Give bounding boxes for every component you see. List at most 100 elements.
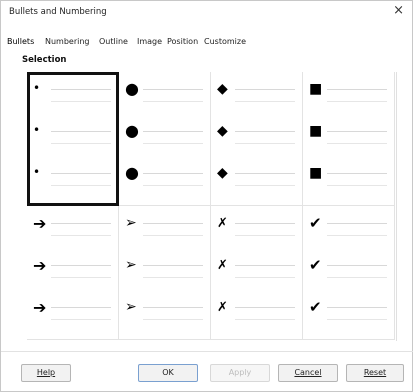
- preview-line: [143, 131, 203, 132]
- large-dot-bullet-icon: ●: [125, 121, 139, 140]
- small-dot-bullet-icon: •: [33, 123, 41, 137]
- preview-line: [327, 235, 387, 236]
- bullet-style-option[interactable]: ✗ ✗ ✗: [211, 206, 303, 340]
- tab-outline[interactable]: Outline: [99, 37, 128, 46]
- preview-line: [235, 319, 295, 320]
- preview-line: [327, 101, 387, 102]
- preview-line: [327, 89, 387, 90]
- preview-line: [51, 143, 111, 144]
- preview-line: [235, 185, 295, 186]
- preview-line: [51, 235, 111, 236]
- preview-line: [143, 265, 203, 266]
- apply-button: Apply: [210, 364, 270, 382]
- reset-button[interactable]: Reset: [346, 364, 404, 382]
- preview-line: [51, 223, 111, 224]
- preview-line: [51, 319, 111, 320]
- preview-line: [143, 89, 203, 90]
- preview-line: [143, 319, 203, 320]
- diamond-bullet-icon: ◆: [217, 81, 228, 97]
- preview-line: [327, 319, 387, 320]
- preview-line: [51, 89, 111, 90]
- button-bar: Help OK Apply Cancel Reset: [1, 351, 413, 392]
- preview-line: [51, 173, 111, 174]
- bullet-style-option[interactable]: ➔ ➔ ➔: [27, 206, 119, 340]
- help-button[interactable]: Help: [21, 364, 71, 382]
- check-mark-bullet-icon: ✔: [309, 256, 322, 274]
- preview-line: [143, 173, 203, 174]
- cross-mark-bullet-icon: ✗: [217, 258, 228, 273]
- reset-button-label: Reset: [363, 368, 387, 377]
- preview-line: [327, 223, 387, 224]
- arrowhead-bullet-icon: ➢: [125, 299, 137, 315]
- square-bullet-icon: ■: [309, 123, 323, 139]
- preview-line: [327, 265, 387, 266]
- close-icon[interactable]: ×: [393, 4, 404, 18]
- bullet-style-option[interactable]: • • •: [27, 72, 119, 206]
- cancel-button[interactable]: Cancel: [278, 364, 338, 382]
- diamond-bullet-icon: ◆: [217, 165, 228, 181]
- preview-line: [235, 277, 295, 278]
- large-dot-bullet-icon: ●: [125, 79, 139, 98]
- square-bullet-icon: ■: [309, 165, 323, 181]
- check-mark-bullet-icon: ✔: [309, 214, 322, 232]
- small-dot-bullet-icon: •: [33, 81, 41, 95]
- window-title: Bullets and Numbering: [9, 7, 107, 17]
- preview-line: [327, 307, 387, 308]
- apply-button-label: Apply: [228, 368, 252, 377]
- square-bullet-icon: ■: [309, 81, 323, 97]
- preview-line: [235, 173, 295, 174]
- preview-line: [235, 265, 295, 266]
- preview-line: [327, 277, 387, 278]
- preview-line: [327, 131, 387, 132]
- tab-bullets[interactable]: Bullets: [7, 37, 34, 46]
- preview-line: [327, 143, 387, 144]
- preview-line: [143, 235, 203, 236]
- preview-line: [51, 101, 111, 102]
- preview-line: [327, 185, 387, 186]
- title-bar: Bullets and Numbering ×: [1, 1, 412, 23]
- arrowhead-bullet-icon: ➢: [125, 257, 137, 273]
- bullet-style-option[interactable]: ● ● ●: [119, 72, 211, 206]
- preview-line: [143, 307, 203, 308]
- bullet-style-option[interactable]: ■ ■ ■: [303, 72, 395, 206]
- preview-line: [51, 307, 111, 308]
- preview-line: [143, 101, 203, 102]
- preview-line: [143, 143, 203, 144]
- bullet-style-grid: • • • ● ● ● ◆ ◆ ◆ ■ ■ ■ ➔ ➔ ➔ ➢ ➢ ➢ ✗ ✗ ✗ ✔ ✔ ✔: [27, 72, 397, 341]
- tab-image[interactable]: Image: [137, 37, 162, 46]
- help-button-label: Help: [36, 368, 56, 377]
- preview-line: [143, 277, 203, 278]
- check-mark-bullet-icon: ✔: [309, 298, 322, 316]
- bullets-and-numbering-dialog: Bullets and Numbering × Bullets Numberin…: [0, 0, 413, 392]
- preview-line: [51, 265, 111, 266]
- preview-line: [143, 223, 203, 224]
- cancel-button-label: Cancel: [294, 368, 322, 377]
- bullet-style-option[interactable]: ◆ ◆ ◆: [211, 72, 303, 206]
- preview-line: [235, 235, 295, 236]
- preview-line: [51, 131, 111, 132]
- arrow-bullet-icon: ➔: [33, 298, 47, 317]
- tab-customize[interactable]: Customize: [204, 37, 246, 46]
- arrow-bullet-icon: ➔: [33, 214, 47, 233]
- preview-line: [235, 101, 295, 102]
- arrowhead-bullet-icon: ➢: [125, 215, 137, 231]
- bullet-style-option[interactable]: ✔ ✔ ✔: [303, 206, 395, 340]
- ok-button[interactable]: OK: [138, 364, 198, 382]
- preview-line: [143, 185, 203, 186]
- preview-line: [51, 277, 111, 278]
- preview-line: [235, 131, 295, 132]
- selection-heading: Selection: [22, 55, 67, 65]
- preview-line: [235, 223, 295, 224]
- cross-mark-bullet-icon: ✗: [217, 300, 228, 315]
- preview-line: [235, 89, 295, 90]
- bullet-style-option[interactable]: ➢ ➢ ➢: [119, 206, 211, 340]
- tab-position[interactable]: Position: [167, 37, 198, 46]
- arrow-bullet-icon: ➔: [33, 256, 47, 275]
- large-dot-bullet-icon: ●: [125, 163, 139, 182]
- tab-numbering[interactable]: Numbering: [45, 37, 90, 46]
- preview-line: [51, 185, 111, 186]
- preview-line: [235, 307, 295, 308]
- ok-button-label: OK: [162, 368, 174, 377]
- preview-line: [327, 173, 387, 174]
- cross-mark-bullet-icon: ✗: [217, 216, 228, 231]
